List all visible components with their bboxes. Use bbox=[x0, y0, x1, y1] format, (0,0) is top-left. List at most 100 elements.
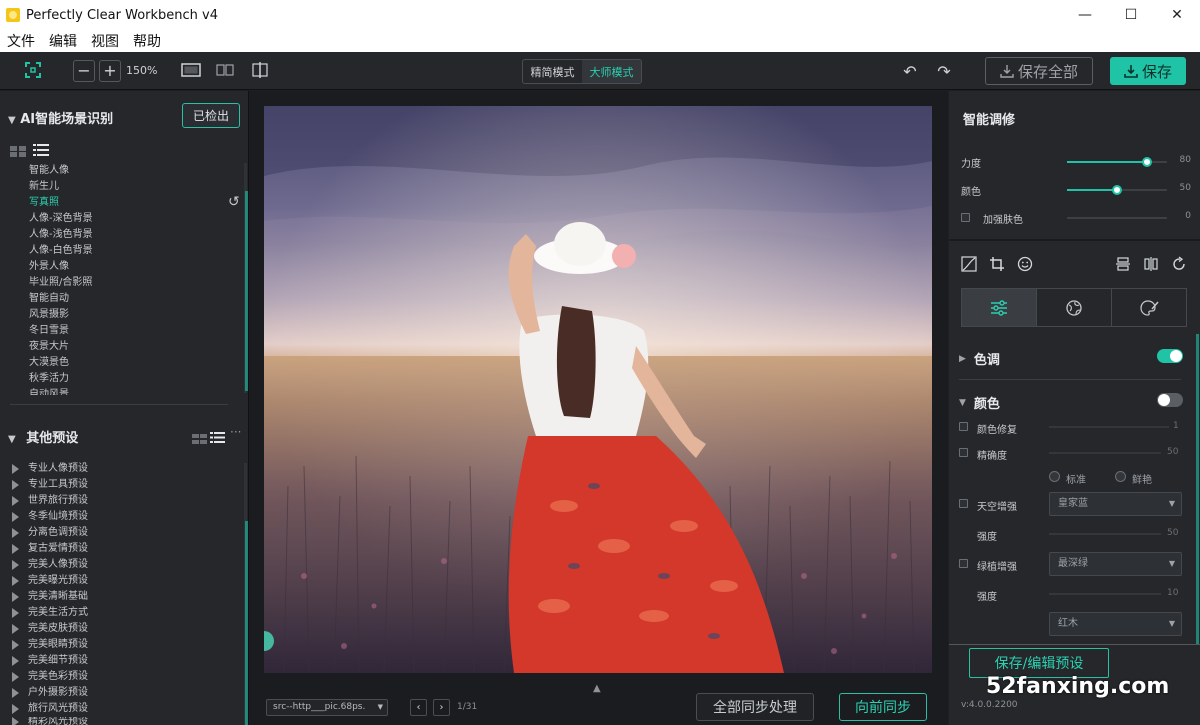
maximize-button[interactable]: ☐ bbox=[1108, 0, 1154, 30]
slider-track[interactable] bbox=[1067, 185, 1167, 195]
tab-effects[interactable] bbox=[1112, 289, 1186, 326]
precision-slider[interactable] bbox=[1049, 452, 1161, 454]
preset-item[interactable]: 完美曝光预设 bbox=[12, 573, 88, 589]
preset-item[interactable]: 完美细节预设 bbox=[12, 653, 88, 669]
skin-enhance-slider[interactable]: 加强肤色 0 bbox=[983, 211, 1191, 226]
preset-item[interactable]: 世界旅行预设 bbox=[12, 493, 88, 509]
sky-enhance-checkbox[interactable] bbox=[959, 499, 968, 508]
preset-section-header[interactable]: ▼ 其他预设 bbox=[8, 427, 78, 446]
split-view-icon[interactable] bbox=[214, 61, 236, 79]
reset-icon[interactable]: ↺ bbox=[228, 194, 240, 210]
tone-group-header[interactable]: ▶ 色调 bbox=[959, 349, 1000, 368]
slider-handle[interactable] bbox=[1142, 157, 1152, 167]
skin-enhance-checkbox[interactable] bbox=[961, 213, 970, 222]
sync-all-button[interactable]: 全部同步处理 bbox=[696, 693, 814, 721]
zoom-in-button[interactable]: + bbox=[99, 60, 121, 82]
preset-grid-view-icon[interactable] bbox=[192, 429, 207, 448]
right-scroll-indicator[interactable] bbox=[1196, 334, 1199, 644]
slider-track[interactable] bbox=[1067, 157, 1167, 167]
list-view-icon[interactable] bbox=[33, 141, 49, 160]
preset-list-view-icon[interactable] bbox=[210, 428, 225, 447]
precision-checkbox[interactable] bbox=[959, 448, 968, 457]
preset-item[interactable]: 完美清晰基础 bbox=[12, 589, 88, 605]
curves-icon[interactable] bbox=[960, 255, 978, 273]
scene-item[interactable]: 大漠景色 bbox=[29, 355, 93, 371]
radio-vivid[interactable] bbox=[1115, 471, 1126, 482]
close-button[interactable]: ✕ bbox=[1154, 0, 1200, 30]
tone-toggle[interactable] bbox=[1157, 349, 1183, 363]
face-icon[interactable] bbox=[1016, 255, 1034, 273]
preset-item[interactable]: 完美生活方式 bbox=[12, 605, 88, 621]
preview-photo[interactable] bbox=[264, 106, 932, 673]
preset-item[interactable]: 精彩风光预设 bbox=[12, 717, 88, 725]
color-group-header[interactable]: ▼ 颜色 bbox=[959, 393, 1000, 412]
mode-simple-tab[interactable]: 精简模式 bbox=[523, 60, 582, 83]
zoom-out-button[interactable]: − bbox=[73, 60, 95, 82]
menu-help[interactable]: 帮助 bbox=[133, 31, 161, 51]
more-options-icon[interactable]: ··· bbox=[230, 425, 241, 439]
scene-item[interactable]: 毕业照/合影照 bbox=[29, 275, 93, 291]
preset-item[interactable]: 完美眼睛预设 bbox=[12, 637, 88, 653]
redo-button[interactable]: ↷ bbox=[934, 61, 954, 81]
scene-item[interactable]: 夜景大片 bbox=[29, 339, 93, 355]
next-image-button[interactable]: › bbox=[433, 699, 450, 716]
foliage-color-select[interactable]: 最深绿 ▼ bbox=[1049, 552, 1182, 576]
radio-standard[interactable] bbox=[1049, 471, 1060, 482]
tab-globe[interactable] bbox=[1037, 289, 1112, 326]
mode-master-tab[interactable]: 大师模式 bbox=[582, 60, 641, 83]
scene-item[interactable]: 秋季活力 bbox=[29, 371, 93, 387]
sky-intensity-slider[interactable] bbox=[1049, 533, 1161, 535]
scene-item[interactable]: 智能人像 bbox=[29, 163, 93, 179]
foliage-enhance-checkbox[interactable] bbox=[959, 559, 968, 568]
preset-item[interactable]: 分离色调预设 bbox=[12, 525, 88, 541]
preset-item[interactable]: 完美色彩预设 bbox=[12, 669, 88, 685]
prev-image-button[interactable]: ‹ bbox=[410, 699, 427, 716]
preset-item[interactable]: 完美皮肤预设 bbox=[12, 621, 88, 637]
color-repair-slider[interactable] bbox=[1049, 426, 1169, 428]
scene-item[interactable]: 冬日雪景 bbox=[29, 323, 93, 339]
slider-track[interactable] bbox=[1067, 217, 1167, 219]
scene-item[interactable]: 自动风景 bbox=[29, 387, 93, 395]
fit-screen-icon[interactable] bbox=[24, 61, 42, 79]
source-file-select[interactable]: src--http___pic.68ps. ▼ bbox=[266, 699, 388, 716]
color-slider[interactable]: 颜色 50 bbox=[961, 183, 1191, 198]
single-view-icon[interactable] bbox=[180, 61, 202, 79]
scene-item[interactable]: 人像-白色背景 bbox=[29, 243, 93, 259]
preset-item[interactable]: 户外摄影预设 bbox=[12, 685, 88, 701]
preset-item[interactable]: 完美人像预设 bbox=[12, 557, 88, 573]
preset-item[interactable]: 冬季仙境预设 bbox=[12, 509, 88, 525]
scene-item[interactable]: 人像-浅色背景 bbox=[29, 227, 93, 243]
minimize-button[interactable]: — bbox=[1062, 0, 1108, 30]
save-button[interactable]: 保存 bbox=[1110, 57, 1186, 85]
color-repair-checkbox[interactable] bbox=[959, 422, 968, 431]
tab-adjustments[interactable] bbox=[962, 289, 1037, 326]
scene-item[interactable]: 人像-深色背景 bbox=[29, 211, 93, 227]
crop-icon[interactable] bbox=[988, 255, 1006, 273]
scene-item-selected[interactable]: 写真照 bbox=[29, 195, 93, 211]
scene-item[interactable]: 智能自动 bbox=[29, 291, 93, 307]
slider-handle[interactable] bbox=[1112, 185, 1122, 195]
flip-vertical-icon[interactable] bbox=[1114, 255, 1132, 273]
scene-item[interactable]: 新生儿 bbox=[29, 179, 93, 195]
save-all-button[interactable]: 保存全部 bbox=[985, 57, 1093, 85]
menu-file[interactable]: 文件 bbox=[7, 31, 35, 51]
sky-color-select[interactable]: 皇家蓝 ▼ bbox=[1049, 492, 1182, 516]
scene-scroll-indicator[interactable] bbox=[245, 191, 248, 391]
preset-item[interactable]: 专业工具预设 bbox=[12, 477, 88, 493]
strength-slider[interactable]: 力度 80 bbox=[961, 155, 1191, 170]
grid-view-icon[interactable] bbox=[10, 142, 26, 161]
scene-item[interactable]: 风景摄影 bbox=[29, 307, 93, 323]
menu-view[interactable]: 视图 bbox=[91, 31, 119, 51]
flip-horizontal-icon[interactable] bbox=[1142, 255, 1160, 273]
foliage-intensity-slider[interactable] bbox=[1049, 593, 1161, 595]
preset-item[interactable]: 复古爱情预设 bbox=[12, 541, 88, 557]
compare-view-icon[interactable] bbox=[249, 61, 271, 79]
wood-color-select[interactable]: 红木 ▼ bbox=[1049, 612, 1182, 636]
menu-edit[interactable]: 编辑 bbox=[49, 31, 77, 51]
undo-button[interactable]: ↶ bbox=[900, 61, 920, 81]
preset-scroll-indicator[interactable] bbox=[245, 521, 248, 725]
scene-section-header[interactable]: ▼ AI智能场景识别 bbox=[8, 108, 113, 127]
color-toggle[interactable] bbox=[1157, 393, 1183, 407]
preset-item[interactable]: 专业人像预设 bbox=[12, 461, 88, 477]
scene-item[interactable]: 外景人像 bbox=[29, 259, 93, 275]
